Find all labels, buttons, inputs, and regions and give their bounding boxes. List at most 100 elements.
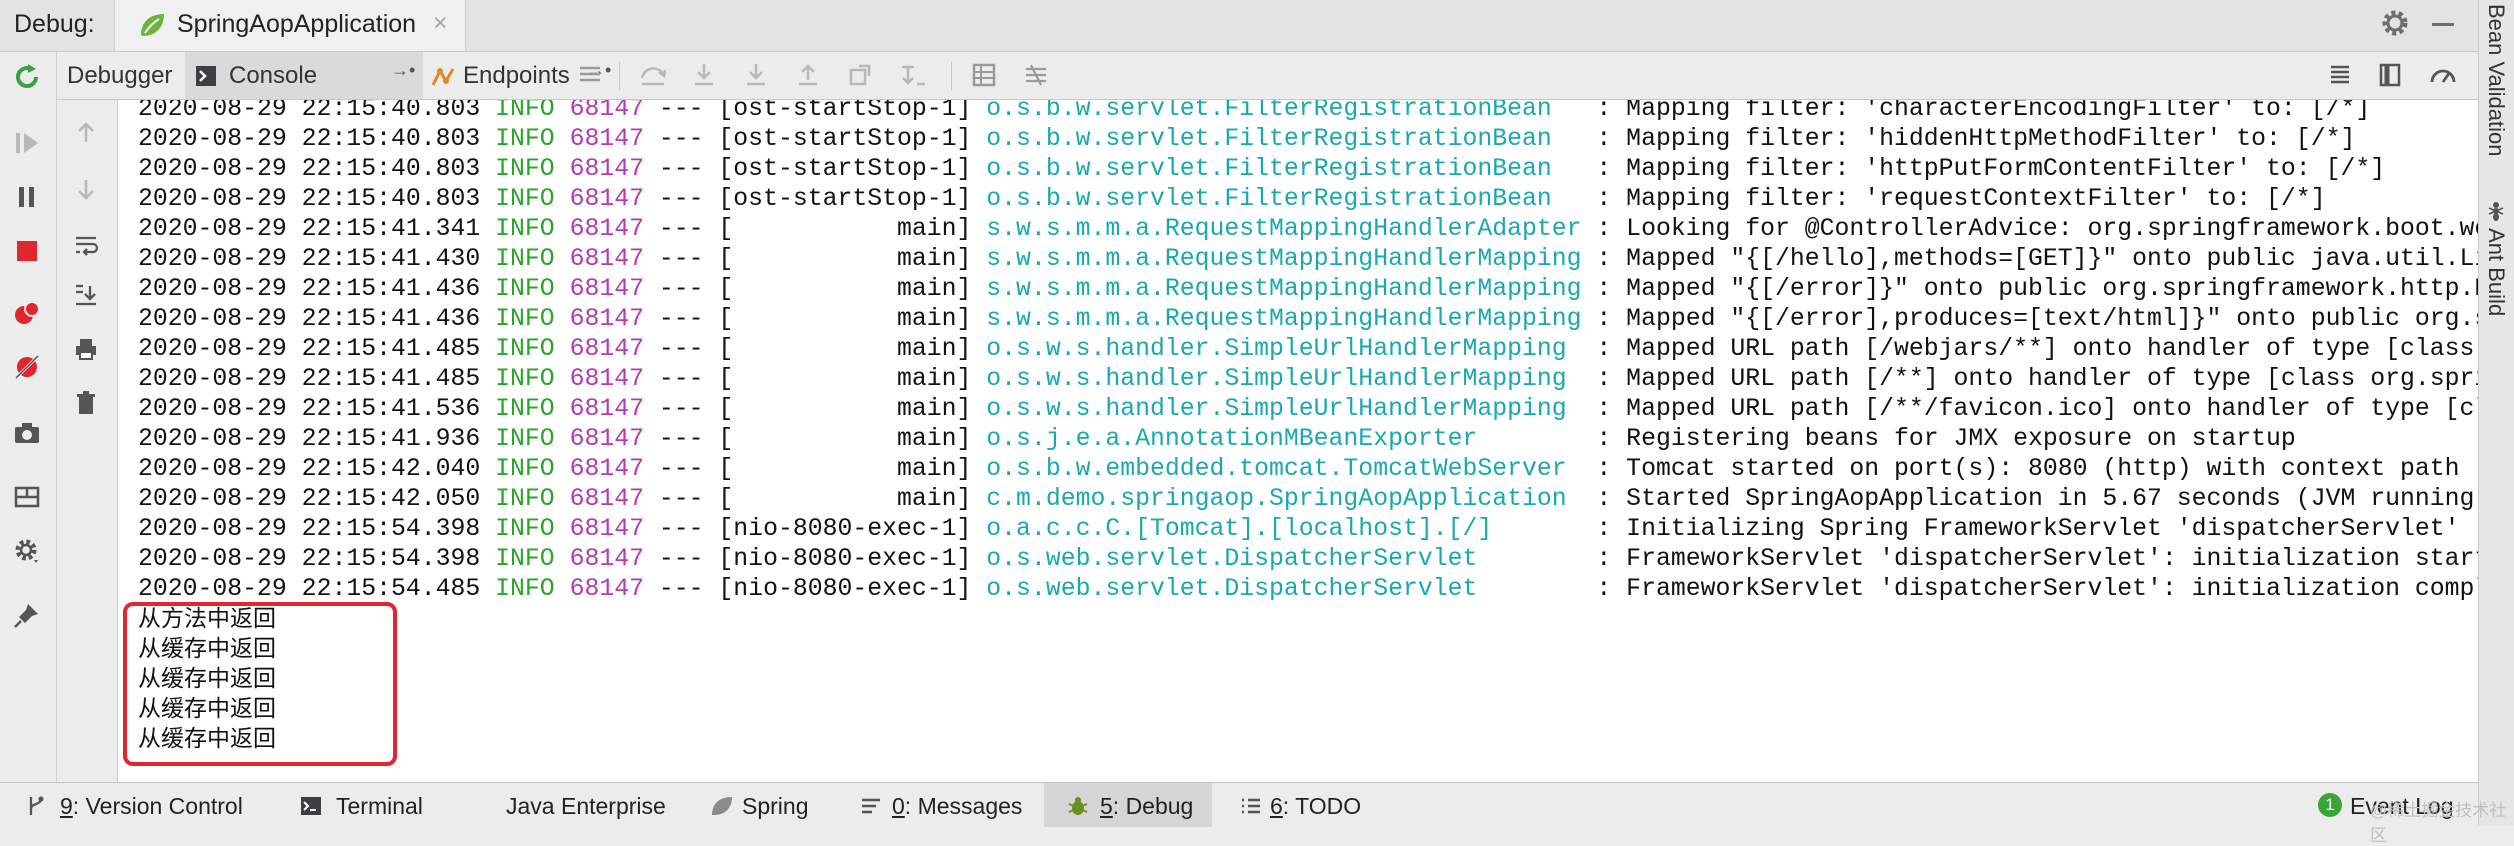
log-line: 2020-08-29 22:15:54.485 INFO 68147 --- [… [138, 574, 2478, 604]
log-thread: [ main] [718, 275, 972, 303]
tab-console[interactable]: Console →• [185, 52, 423, 99]
ant-build-tab[interactable]: Ant Build [2483, 200, 2509, 316]
run-to-cursor-icon[interactable] [899, 62, 927, 93]
camera-icon[interactable] [12, 418, 42, 453]
log-message: : Mapped "{[/hello],methods=[GET]}" onto… [1596, 245, 2478, 273]
layout-icon[interactable] [12, 482, 42, 517]
up-arrow-icon[interactable] [73, 120, 99, 151]
clear-all-icon[interactable] [73, 390, 99, 421]
scroll-to-end-icon[interactable] [73, 282, 99, 313]
force-step-into-icon[interactable] [743, 62, 769, 93]
pin-tab-icon[interactable]: →• [391, 60, 415, 81]
tab-debugger[interactable]: Debugger [57, 52, 183, 99]
log-logger: c.m.demo.springaop.SpringAopApplication [986, 485, 1582, 513]
run-config-tab[interactable]: SpringAopApplication × [114, 0, 466, 51]
log-line: 2020-08-29 22:15:41.485 INFO 68147 --- [… [138, 364, 2478, 394]
log-message: : Mapping filter: 'httpPutFormContentFil… [1596, 155, 2386, 183]
minimize-icon[interactable] [2432, 23, 2454, 26]
gear-icon[interactable] [2380, 8, 2410, 43]
version-control-button[interactable]: 9: Version Control [14, 783, 264, 827]
view-breakpoints-icon[interactable] [12, 298, 42, 333]
step-out-icon[interactable] [795, 62, 821, 93]
log-level: INFO [495, 275, 555, 303]
log-timestamp: 2020-08-29 22:15:41.341 [138, 215, 481, 243]
memory-gauge-icon[interactable] [2429, 62, 2457, 93]
log-thread: [ main] [718, 215, 972, 243]
output-line: 从缓存中返回 [138, 696, 276, 722]
event-count-badge: 1 [2318, 793, 2342, 817]
log-line: 2020-08-29 22:15:41.536 INFO 68147 --- [… [138, 394, 2478, 424]
right-tool-strip: Bean Validation Ant Build [2478, 0, 2514, 826]
log-separator: --- [658, 155, 704, 183]
version-control-label: : Version Control [72, 793, 243, 819]
terminal-button[interactable]: Terminal [290, 783, 450, 827]
todo-button[interactable]: 6: TODO [1228, 783, 1388, 827]
log-timestamp: 2020-08-29 22:15:54.398 [138, 545, 481, 573]
endpoints-icon [431, 65, 457, 96]
log-level: INFO [495, 125, 555, 153]
log-separator: --- [658, 275, 704, 303]
mute-breakpoints-icon[interactable] [12, 352, 42, 387]
log-logger: s.w.s.m.m.a.RequestMappingHandlerMapping [986, 245, 1582, 273]
log-line: 2020-08-29 22:15:40.803 INFO 68147 --- [… [138, 100, 2478, 124]
close-tab-icon[interactable]: × [433, 9, 448, 38]
console-output[interactable]: 2020-08-29 22:15:40.803 INFO 68147 --- [… [118, 100, 2478, 782]
rerun-icon[interactable] [12, 62, 42, 97]
java-enterprise-button[interactable]: Java Enterprise [480, 783, 690, 827]
log-level: INFO [495, 335, 555, 363]
drop-frame-icon[interactable] [847, 62, 873, 93]
log-thread: [nio-8080-exec-1] [718, 515, 972, 543]
log-pid: 68147 [569, 365, 644, 393]
pin-icon[interactable] [12, 600, 42, 635]
log-thread: [ main] [718, 455, 972, 483]
trace-stream-icon[interactable] [1023, 62, 1049, 93]
step-over-icon[interactable] [639, 62, 667, 93]
layout-list-icon[interactable] [577, 62, 603, 93]
log-timestamp: 2020-08-29 22:15:41.436 [138, 275, 481, 303]
log-pid: 68147 [569, 425, 644, 453]
spring-button[interactable]: Spring [700, 783, 840, 827]
debug-label: Debug: [14, 10, 95, 38]
log-thread: [nio-8080-exec-1] [718, 575, 972, 603]
log-logger: o.s.w.s.handler.SimpleUrlHandlerMapping [986, 365, 1582, 393]
resume-icon[interactable] [12, 128, 42, 163]
spring-icon [710, 795, 734, 823]
tool-window-bar: 9: Version Control Terminal Java Enterpr… [0, 782, 2478, 827]
console-icon [195, 65, 217, 94]
bean-validation-tab[interactable]: Bean Validation [2483, 4, 2509, 157]
log-logger: o.s.web.servlet.DispatcherServlet [986, 545, 1582, 573]
ant-build-label: Ant Build [2484, 228, 2509, 317]
evaluate-expression-icon[interactable] [971, 62, 997, 93]
print-icon[interactable] [73, 336, 99, 367]
log-pid: 68147 [569, 275, 644, 303]
stop-icon[interactable] [12, 236, 42, 271]
restore-layout-icon[interactable] [2377, 62, 2403, 93]
log-line: 2020-08-29 22:15:41.936 INFO 68147 --- [… [138, 424, 2478, 454]
step-into-icon[interactable] [691, 62, 717, 93]
log-timestamp: 2020-08-29 22:15:40.803 [138, 100, 481, 123]
log-level: INFO [495, 155, 555, 183]
log-line: 2020-08-29 22:15:40.803 INFO 68147 --- [… [138, 124, 2478, 154]
debug-button[interactable]: 5: Debug [1044, 783, 1212, 827]
log-timestamp: 2020-08-29 22:15:41.936 [138, 425, 481, 453]
soft-wrap-icon[interactable] [73, 232, 99, 263]
log-pid: 68147 [569, 545, 644, 573]
log-line: 2020-08-29 22:15:40.803 INFO 68147 --- [… [138, 154, 2478, 184]
log-pid: 68147 [569, 515, 644, 543]
log-separator: --- [658, 545, 704, 573]
log-pid: 68147 [569, 335, 644, 363]
log-level: INFO [495, 185, 555, 213]
messages-button[interactable]: 0: Messages [850, 783, 1030, 827]
tab-debugger-label: Debugger [67, 62, 173, 89]
log-pid: 68147 [569, 305, 644, 333]
pause-icon[interactable] [12, 182, 42, 217]
ant-icon [2483, 200, 2509, 222]
log-separator: --- [658, 305, 704, 333]
terminal-icon [300, 795, 322, 822]
settings-icon[interactable] [12, 536, 42, 571]
threads-icon[interactable] [2327, 62, 2353, 93]
log-message: : Mapped URL path [/**/favicon.ico] onto… [1596, 395, 2478, 423]
down-arrow-icon[interactable] [73, 176, 99, 207]
log-pid: 68147 [569, 455, 644, 483]
tab-console-label: Console [229, 62, 318, 89]
